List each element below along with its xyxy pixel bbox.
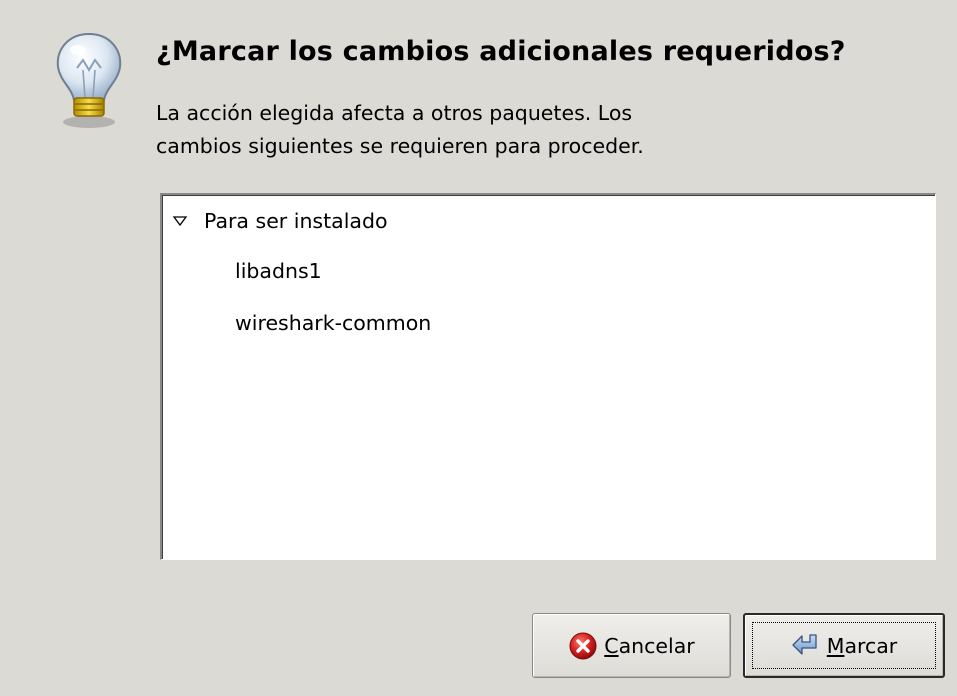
- changes-tree[interactable]: Para ser instalado libadns1 wireshark-co…: [160, 193, 936, 560]
- lightbulb-icon: [56, 32, 122, 128]
- dialog-title: ¿Marcar los cambios adicionales requerid…: [156, 36, 846, 67]
- expander-triangle-icon[interactable]: [172, 213, 188, 229]
- cancel-button-label: Cancelar: [604, 633, 695, 658]
- apply-arrow-icon: [792, 633, 817, 655]
- cancel-button[interactable]: Cancelar: [532, 613, 731, 678]
- tree-item[interactable]: libadns1: [235, 259, 322, 283]
- mark-button-label: Marcar: [826, 633, 898, 658]
- tree-group-label: Para ser instalado: [204, 209, 388, 233]
- cancel-icon: [569, 632, 597, 659]
- mark-button[interactable]: Marcar: [743, 613, 945, 678]
- tree-group-install[interactable]: Para ser instalado: [172, 209, 388, 233]
- dialog-message: La acción elegida afecta a otros paquete…: [156, 101, 644, 158]
- tree-item[interactable]: wireshark-common: [235, 311, 431, 335]
